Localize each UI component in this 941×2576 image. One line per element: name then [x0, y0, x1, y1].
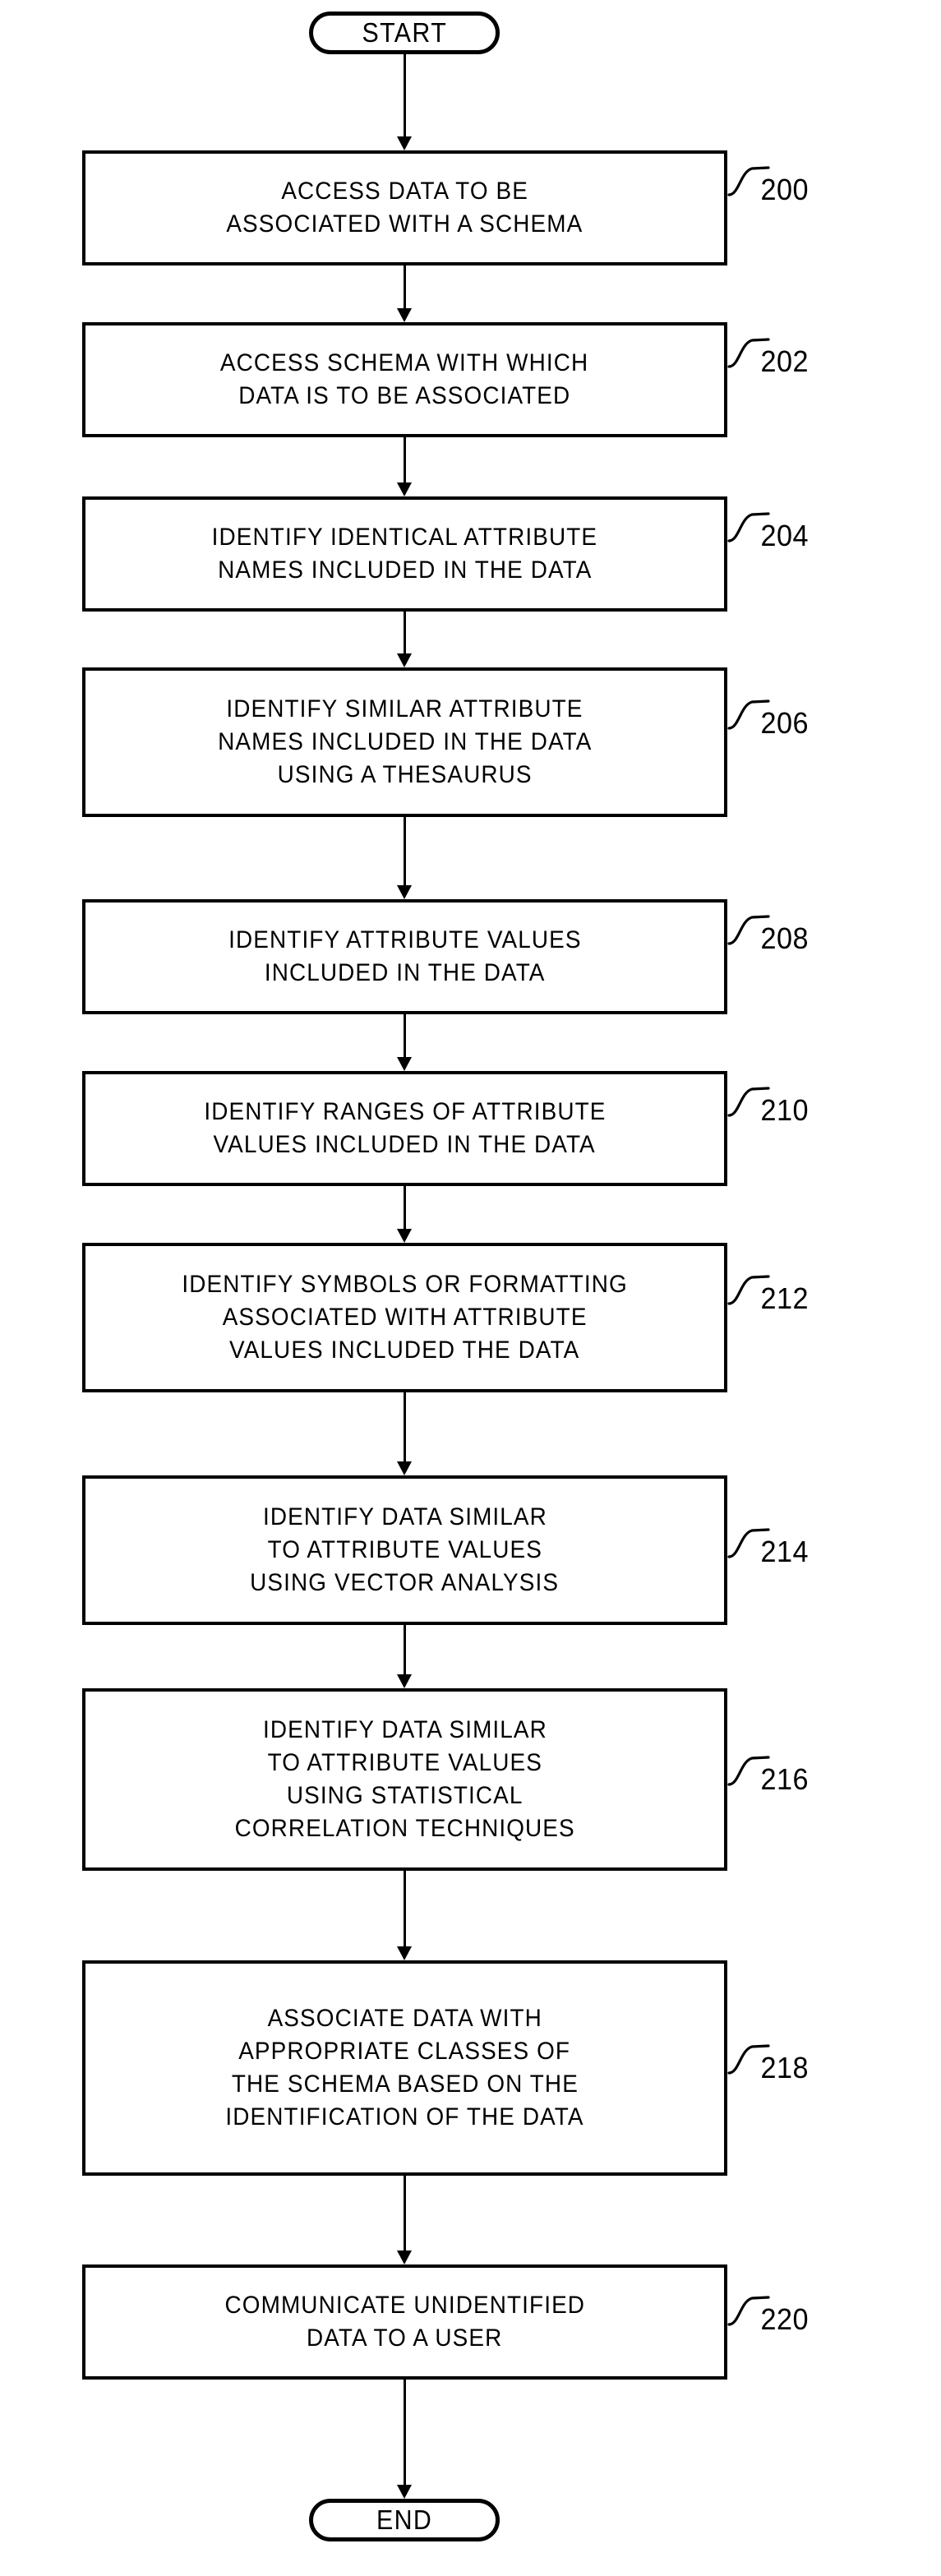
- process-box-206-line-1: IDENTIFY SIMILAR ATTRIBUTE: [226, 695, 584, 722]
- process-box-200: ACCESS DATA TO BE ASSOCIATED WITH A SCHEM…: [82, 150, 727, 265]
- connector-arrow-2: [404, 437, 406, 482]
- arrowhead-6: [397, 1229, 412, 1243]
- connector-arrow-6: [404, 1186, 406, 1229]
- reference-numeral-206: 206: [760, 706, 810, 740]
- process-box-202-line-2: DATA IS TO BE ASSOCIATED: [238, 382, 571, 409]
- arrowhead-7: [397, 1461, 412, 1475]
- connector-arrow-0: [404, 54, 406, 136]
- arrowhead-8: [397, 1674, 412, 1688]
- process-box-216: IDENTIFY DATA SIMILAR TO ATTRIBUTE VALUES…: [82, 1688, 727, 1871]
- process-box-206-line-2: NAMES INCLUDED IN THE DATA: [217, 728, 593, 755]
- process-box-208-line-2: INCLUDED IN THE DATA: [264, 959, 546, 986]
- process-box-210: IDENTIFY RANGES OF ATTRIBUTE VALUES INCLU…: [82, 1071, 727, 1186]
- reference-numeral-202: 202: [760, 344, 810, 378]
- process-box-204: IDENTIFY IDENTICAL ATTRIBUTE NAMES INCLUD…: [82, 496, 727, 612]
- process-box-214-line-3: USING VECTOR ANALYSIS: [250, 1569, 560, 1596]
- process-box-214-line-2: TO ATTRIBUTE VALUES: [267, 1536, 542, 1563]
- process-box-218-line-2: APPROPRIATE CLASSES OF: [238, 2038, 571, 2065]
- process-box-212-line-1: IDENTIFY SYMBOLS OR FORMATTING: [182, 1271, 628, 1298]
- process-box-220-line-1: COMMUNICATE UNIDENTIFIED: [224, 2292, 585, 2319]
- patent-flowchart-figure: START END ACCESS DATA TO BE ASSOCIATED WITH…: [0, 0, 941, 2576]
- process-box-200-line-1: ACCESS DATA TO BE: [281, 178, 528, 205]
- process-box-208: IDENTIFY ATTRIBUTE VALUES INCLUDED IN THE…: [82, 899, 727, 1014]
- process-box-206-line-3: USING A THESAURUS: [277, 761, 533, 788]
- process-box-210-line-1: IDENTIFY RANGES OF ATTRIBUTE: [203, 1098, 607, 1125]
- arrowhead-1: [397, 308, 412, 322]
- process-box-210-line-2: VALUES INCLUDED IN THE DATA: [213, 1131, 597, 1158]
- reference-numeral-214: 214: [760, 1535, 810, 1568]
- process-box-212: IDENTIFY SYMBOLS OR FORMATTING ASSOCIATED…: [82, 1243, 727, 1392]
- process-box-214-line-1: IDENTIFY DATA SIMILAR: [262, 1503, 547, 1530]
- process-box-216-line-2: TO ATTRIBUTE VALUES: [267, 1749, 542, 1776]
- connector-arrow-1: [404, 265, 406, 308]
- arrowhead-0: [397, 136, 412, 150]
- reference-numeral-218: 218: [760, 2051, 810, 2084]
- connector-arrow-8: [404, 1625, 406, 1674]
- process-box-214: IDENTIFY DATA SIMILAR TO ATTRIBUTE VALUES…: [82, 1475, 727, 1625]
- process-box-218-line-3: THE SCHEMA BASED ON THE: [231, 2070, 579, 2098]
- end-terminal-label: END: [376, 2504, 433, 2535]
- reference-numeral-208: 208: [760, 921, 810, 955]
- process-box-206: IDENTIFY SIMILAR ATTRIBUTE NAMES INCLUDED…: [82, 667, 727, 817]
- process-box-202-line-1: ACCESS SCHEMA WITH WHICH: [220, 349, 589, 376]
- arrowhead-5: [397, 1057, 412, 1071]
- process-box-218: ASSOCIATE DATA WITH APPROPRIATE CLASSES O…: [82, 1960, 727, 2176]
- process-box-220: COMMUNICATE UNIDENTIFIED DATA TO A USER: [82, 2264, 727, 2380]
- arrowhead-3: [397, 653, 412, 667]
- connector-arrow-9: [404, 1871, 406, 1946]
- connector-arrow-10: [404, 2176, 406, 2251]
- connector-arrow-4: [404, 817, 406, 885]
- process-box-216-line-3: USING STATISTICAL: [286, 1782, 524, 1809]
- start-terminal: START: [309, 12, 500, 54]
- reference-numeral-204: 204: [760, 519, 810, 552]
- start-terminal-label: START: [362, 16, 447, 48]
- arrowhead-end: [397, 2485, 412, 2499]
- process-box-204-line-1: IDENTIFY IDENTICAL ATTRIBUTE: [211, 524, 598, 551]
- end-terminal: END: [309, 2499, 500, 2541]
- process-box-200-line-2: ASSOCIATED WITH A SCHEMA: [226, 210, 584, 238]
- reference-numeral-216: 216: [760, 1762, 810, 1796]
- process-box-212-line-2: ASSOCIATED WITH ATTRIBUTE: [222, 1304, 588, 1331]
- connector-arrow-7: [404, 1392, 406, 1461]
- connector-arrow-end: [404, 2380, 406, 2485]
- arrowhead-2: [397, 482, 412, 496]
- reference-numeral-210: 210: [760, 1093, 810, 1127]
- process-box-220-line-2: DATA TO A USER: [307, 2324, 503, 2352]
- process-box-218-line-4: IDENTIFICATION OF THE DATA: [225, 2103, 584, 2131]
- reference-numeral-200: 200: [760, 173, 810, 206]
- connector-arrow-3: [404, 612, 406, 653]
- process-box-204-line-2: NAMES INCLUDED IN THE DATA: [217, 556, 593, 584]
- arrowhead-4: [397, 885, 412, 899]
- process-box-216-line-1: IDENTIFY DATA SIMILAR: [262, 1716, 547, 1743]
- process-box-218-line-1: ASSOCIATE DATA WITH: [267, 2005, 542, 2032]
- connector-arrow-5: [404, 1014, 406, 1057]
- process-box-202: ACCESS SCHEMA WITH WHICH DATA IS TO BE AS…: [82, 322, 727, 437]
- arrowhead-10: [397, 2251, 412, 2264]
- process-box-208-line-1: IDENTIFY ATTRIBUTE VALUES: [228, 926, 582, 953]
- reference-numeral-220: 220: [760, 2302, 810, 2336]
- reference-numeral-212: 212: [760, 1281, 810, 1315]
- arrowhead-9: [397, 1946, 412, 1960]
- process-box-212-line-3: VALUES INCLUDED THE DATA: [229, 1336, 580, 1364]
- process-box-216-line-4: CORRELATION TECHNIQUES: [234, 1815, 575, 1842]
